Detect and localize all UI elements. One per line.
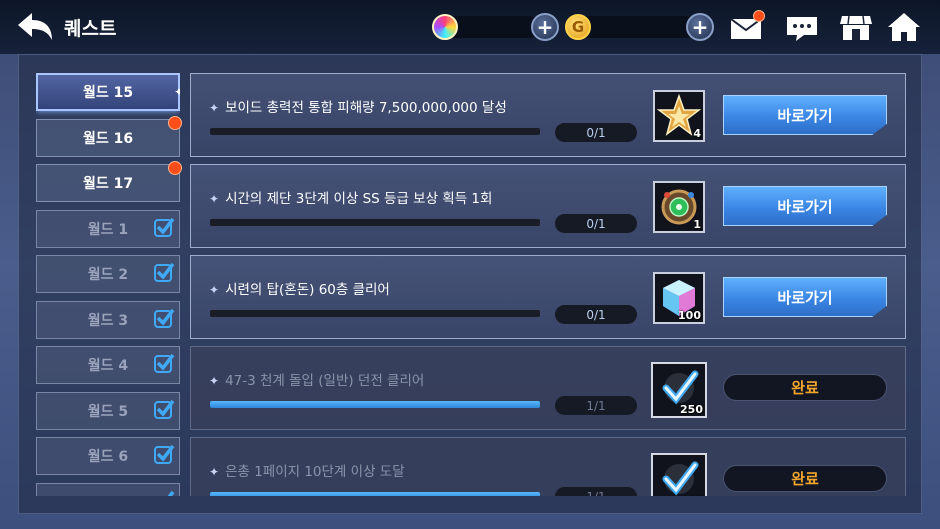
quest-description: ✦ 47-3 천계 돌입 (일반) 던전 클리어 (209, 373, 425, 389)
quest-progress-count: 0/1 (555, 305, 637, 324)
quest-description: ✦ 시련의 탑(혼돈) 60층 클리어 (209, 282, 390, 298)
world-tab[interactable]: 월드 1 (36, 210, 180, 248)
reward-item[interactable]: 1 (653, 181, 705, 233)
gold-coin-icon: G (565, 14, 591, 40)
quest-progress-bar (210, 492, 540, 496)
reward-item[interactable]: 600 (651, 453, 707, 496)
completed-check-icon (154, 353, 175, 373)
world-tab-label: 월드 16 (82, 131, 134, 147)
world-tab[interactable]: 월드 4 (36, 346, 180, 384)
page-title: 퀘스트 (64, 18, 117, 40)
goto-button[interactable]: 바로가기 (723, 95, 887, 135)
reward-item[interactable]: 4 (653, 90, 705, 142)
world-tab[interactable]: 월드 6 (36, 437, 180, 475)
complete-button[interactable]: 완료 (723, 465, 887, 492)
world-tab-list[interactable]: 월드 15 ✦ 월드 16 월드 17 월드 1 월드 2 월드 3 월드 4 … (36, 73, 180, 496)
world-tab[interactable]: 월드 2 (36, 255, 180, 293)
quest-progress-count: 1/1 (555, 396, 637, 415)
add-gem-button[interactable]: + (531, 13, 559, 41)
reward-quantity: 1 (693, 218, 701, 231)
quest-progress-bar (210, 401, 540, 408)
completed-check-icon (167, 490, 175, 496)
reward-item[interactable]: 100 (653, 272, 705, 324)
quest-progress-count: 1/1 (555, 487, 637, 496)
quest-progress-count: 0/1 (555, 214, 637, 233)
completed-check-icon (154, 217, 175, 237)
world-tab[interactable]: 월드 16 (36, 119, 180, 157)
quest-row: ✦ 시간의 제단 3단계 이상 SS 등급 보상 획득 1회 0/1 1 바로가기 (190, 164, 906, 248)
quest-row: ✦ 보이드 총력전 통합 피해량 7,500,000,000 달성 0/1 4 바… (190, 73, 906, 157)
reward-quantity: 100 (678, 309, 701, 322)
complete-button[interactable]: 완료 (723, 374, 887, 401)
quest-progress-count: 0/1 (555, 123, 637, 142)
quest-progress-bar (210, 310, 540, 317)
world-tab[interactable]: 월드 5 (36, 392, 180, 430)
gem-currency-icon (432, 14, 458, 40)
quest-list[interactable]: ✦ 보이드 총력전 통합 피해량 7,500,000,000 달성 0/1 4 바… (190, 73, 908, 496)
world-16-notification-dot (168, 116, 182, 130)
quest-row: ✦ 시련의 탑(혼돈) 60층 클리어 0/1 100 바로가기 (190, 255, 906, 339)
reward-quantity: 250 (680, 403, 703, 416)
back-arrow-icon[interactable] (14, 10, 56, 44)
world-tab[interactable]: 월드 3 (36, 301, 180, 339)
quest-description: ✦ 시간의 제단 3단계 이상 SS 등급 보상 획득 1회 (209, 191, 493, 207)
top-bar: 퀘스트 + G + (0, 0, 940, 54)
check-reward-icon (662, 461, 699, 496)
goto-button[interactable]: 바로가기 (723, 186, 887, 226)
world-tab-label: 월드 4 (87, 358, 129, 374)
quest-progress-bar (210, 219, 540, 226)
world-tab-label: 월드 1 (87, 222, 129, 238)
reward-quantity: 600 (680, 494, 703, 496)
add-gold-button[interactable]: + (686, 13, 714, 41)
world-tab-label: 월드 17 (82, 176, 134, 192)
shop-icon[interactable] (838, 10, 874, 44)
world-17-notification-dot (168, 161, 182, 175)
completed-check-icon (154, 444, 175, 464)
completed-check-icon (154, 262, 175, 282)
world-tab-label: 월드 6 (87, 449, 129, 465)
sparkle-icon: ✦ (173, 85, 180, 99)
world-tab-partial[interactable] (36, 483, 180, 496)
world-tab[interactable]: 월드 17 (36, 164, 180, 202)
quest-progress-bar (210, 128, 540, 135)
world-tab-label: 월드 2 (87, 267, 129, 283)
world-tab-label: 월드 5 (87, 404, 129, 420)
quest-description: ✦ 은총 1페이지 10단계 이상 도달 (209, 464, 405, 480)
world-tab-label: 월드 15 (82, 85, 134, 101)
quest-description: ✦ 보이드 총력전 통합 피해량 7,500,000,000 달성 (209, 100, 507, 116)
goto-button[interactable]: 바로가기 (723, 277, 887, 317)
world-tab[interactable]: 월드 15 ✦ (36, 73, 180, 111)
quest-row-completed: ✦은총 1페이지 10단계 이상 도달 1/1 600 완료 (190, 437, 906, 496)
completed-check-icon (154, 399, 175, 419)
world-tab-label: 월드 3 (87, 313, 129, 329)
quest-row-completed: ✦ 47-3 천계 돌입 (일반) 던전 클리어 1/1 250 완료 (190, 346, 906, 430)
completed-check-icon (154, 308, 175, 328)
reward-item[interactable]: 250 (651, 362, 707, 418)
home-icon[interactable] (886, 10, 922, 44)
mail-notification-dot (753, 10, 765, 22)
chat-icon[interactable] (784, 10, 820, 44)
reward-quantity: 4 (693, 127, 701, 140)
